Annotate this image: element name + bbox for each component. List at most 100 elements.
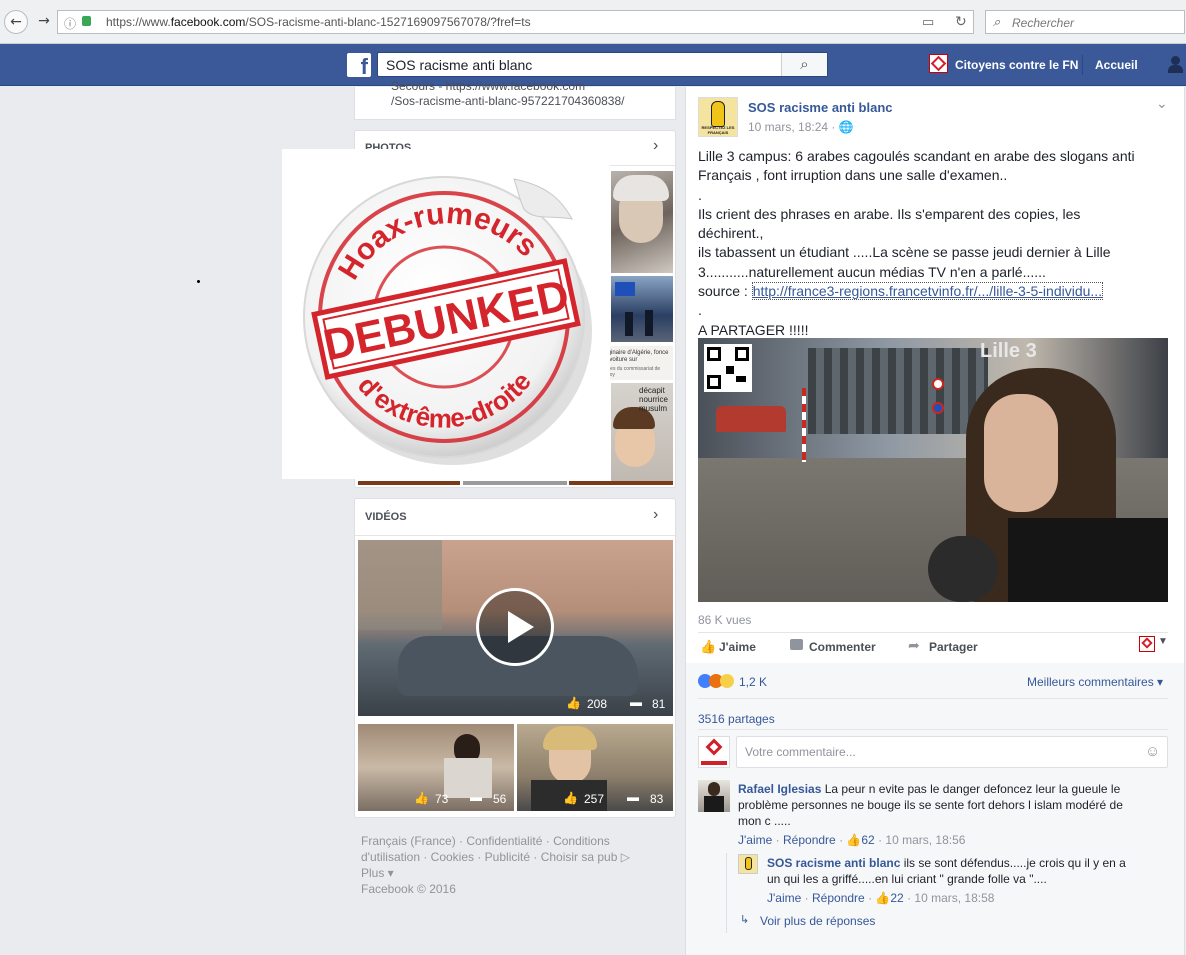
caret-down-icon[interactable]: ▼ bbox=[1158, 636, 1168, 647]
comment-icon: ▬ bbox=[627, 790, 639, 804]
chevron-right-icon[interactable]: › bbox=[653, 506, 658, 524]
comment-author[interactable]: Rafael Iglesias bbox=[738, 782, 821, 796]
videos-title[interactable]: VIDÉOS bbox=[365, 511, 407, 523]
footer-links-2[interactable]: d'utilisation · Cookies · Publicité · Ch… bbox=[361, 849, 671, 865]
video-main-thumb[interactable]: 👍 208 ▬ 81 bbox=[358, 540, 673, 716]
browser-search-input[interactable]: ⌕ Rechercher bbox=[985, 10, 1185, 34]
comment-icon bbox=[790, 639, 803, 650]
photo-thumb-article[interactable]: originaire d'Algérie, fonce en voiture s… bbox=[599, 346, 673, 380]
address-bar[interactable]: ⓘ https://www.facebook.com/SOS-racisme-a… bbox=[57, 10, 974, 34]
like-button[interactable]: J'aime bbox=[719, 640, 756, 654]
photo-thumb-child[interactable]: décapit nourrice musulm bbox=[611, 383, 673, 485]
comment-placeholder: Votre commentaire... bbox=[745, 745, 856, 759]
comment-like-count[interactable]: 62 bbox=[861, 833, 874, 847]
video-comments: 81 bbox=[652, 697, 666, 711]
friend-requests-icon[interactable] bbox=[1166, 56, 1186, 74]
play-button[interactable] bbox=[476, 588, 554, 666]
video-thumb-1[interactable]: 👍 73 ▬ 56 bbox=[358, 724, 514, 811]
sad-reaction-icon bbox=[720, 674, 734, 688]
profile-avatar[interactable] bbox=[929, 54, 948, 73]
comment-sort-dropdown[interactable]: Meilleurs commentaires ▾ bbox=[1027, 675, 1163, 689]
shares-count[interactable]: 3516 partages bbox=[698, 712, 775, 726]
share-button[interactable]: Partager bbox=[929, 640, 978, 654]
reply-reply-link[interactable]: Répondre bbox=[812, 891, 865, 905]
footer-copyright: Facebook © 2016 bbox=[361, 882, 456, 896]
debunked-stamp-graphic: Hoax-rumeurs d'extrême-droite DEBUNKED bbox=[303, 176, 592, 465]
info-icon[interactable]: ⓘ bbox=[64, 15, 76, 32]
forward-button[interactable]: → bbox=[32, 10, 56, 34]
search-query: SOS racisme anti blanc bbox=[386, 57, 533, 73]
video-microphone bbox=[928, 536, 998, 602]
reply-like-link[interactable]: J'aime bbox=[767, 891, 801, 905]
facebook-header: f SOS racisme anti blanc ⌕ Citoyens cont… bbox=[0, 44, 1186, 86]
post-video[interactable]: Lille 3 bbox=[698, 338, 1168, 602]
comment-time[interactable]: 10 mars, 18:56 bbox=[885, 833, 965, 847]
reply-arrow-icon: ↳ bbox=[740, 914, 750, 926]
share-icon: ➦ bbox=[908, 637, 920, 653]
nav-divider bbox=[1082, 55, 1083, 75]
comment-icon: ▬ bbox=[470, 790, 482, 804]
video-likes: 208 bbox=[587, 697, 608, 711]
reply-avatar[interactable] bbox=[738, 854, 758, 874]
page-avatar[interactable]: RESPECTEZ LES FRANÇAIS bbox=[698, 97, 738, 137]
like-icon: 👍 bbox=[700, 639, 717, 654]
video-building-sign: Lille 3 bbox=[980, 340, 1037, 362]
about-link-line2[interactable]: /Sos-racisme-anti-blanc-957221704360838/ bbox=[391, 94, 624, 108]
thumbs-up-icon: 👍 bbox=[563, 791, 578, 805]
url-text[interactable]: https://www.facebook.com/SOS-racisme-ant… bbox=[106, 15, 531, 29]
footer-links-1[interactable]: Français (France) · Confidentialité · Co… bbox=[361, 833, 671, 849]
browser-toolbar: ← → ⓘ https://www.facebook.com/SOS-racis… bbox=[0, 0, 1186, 44]
comment-body: Rafael Iglesias La peur n evite pas le d… bbox=[738, 782, 1123, 828]
facebook-search-input[interactable]: SOS racisme anti blanc ⌕ bbox=[377, 52, 828, 77]
video-person-face bbox=[984, 394, 1058, 512]
footer-more-link[interactable]: Plus ▾ bbox=[361, 865, 671, 881]
photo-thumb-portrait[interactable] bbox=[611, 171, 673, 273]
reply-body: SOS racisme anti blanc ils se sont défen… bbox=[767, 856, 1126, 886]
post-timestamp[interactable]: 10 mars, 18:24 · 🌐 bbox=[748, 120, 854, 134]
comment-input[interactable]: Votre commentaire... ☺ bbox=[736, 736, 1168, 768]
reply-thread-line bbox=[726, 853, 727, 933]
facebook-logo-icon[interactable]: f bbox=[347, 53, 371, 79]
video-likes: 257 bbox=[584, 792, 605, 806]
comment-button[interactable]: Commenter bbox=[809, 640, 876, 654]
chevron-down-icon[interactable]: ⌄ bbox=[1156, 95, 1168, 112]
search-button[interactable]: ⌕ bbox=[781, 53, 827, 76]
post-text: Lille 3 campus: 6 arabes cagoulés scanda… bbox=[698, 148, 1135, 338]
thumbs-up-icon: 👍 bbox=[414, 791, 429, 805]
reader-view-icon[interactable]: ▭ bbox=[922, 14, 934, 30]
comment-avatar[interactable] bbox=[698, 780, 730, 812]
photo-strip-1 bbox=[358, 481, 460, 485]
reply-like-count[interactable]: 22 bbox=[890, 891, 903, 905]
video-comments: 83 bbox=[650, 792, 664, 806]
about-link-line1[interactable]: Secours - https://www.facebook.com bbox=[391, 79, 585, 93]
emoji-icon[interactable]: ☺ bbox=[1145, 743, 1160, 760]
comment-reply-link[interactable]: Répondre bbox=[783, 833, 836, 847]
stray-dot bbox=[197, 280, 200, 283]
reactions-count[interactable]: 1,2 K bbox=[739, 675, 767, 689]
more-replies-link[interactable]: Voir plus de réponses bbox=[760, 914, 875, 928]
post-page-name[interactable]: SOS racisme anti blanc bbox=[748, 100, 893, 115]
photo-strip-3 bbox=[569, 481, 673, 485]
commenter-avatar bbox=[698, 736, 730, 768]
nav-profile-link[interactable]: Citoyens contre le FN bbox=[955, 58, 1078, 72]
post-as-avatar[interactable] bbox=[1139, 636, 1155, 652]
nav-home-link[interactable]: Accueil bbox=[1095, 58, 1138, 72]
source-link[interactable]: http://france3-regions.francetvinfo.fr/.… bbox=[751, 282, 1104, 301]
reply-author[interactable]: SOS racisme anti blanc bbox=[767, 856, 900, 870]
comment-like-link[interactable]: J'aime bbox=[738, 833, 772, 847]
photo-thumb-police[interactable] bbox=[611, 276, 673, 342]
thumbs-up-icon: 👍 bbox=[875, 891, 891, 905]
search-placeholder: Rechercher bbox=[1012, 16, 1075, 30]
reply-actions: J'aime · Répondre · 👍22 · 10 mars, 18:58 bbox=[767, 891, 995, 905]
reply-time[interactable]: 10 mars, 18:58 bbox=[914, 891, 994, 905]
play-icon bbox=[508, 611, 534, 643]
reload-icon[interactable]: ↻ bbox=[955, 13, 967, 30]
post-card: RESPECTEZ LES FRANÇAIS SOS racisme anti … bbox=[685, 87, 1185, 955]
debunked-sticker: Hoax-rumeurs d'extrême-droite DEBUNKED bbox=[282, 149, 610, 479]
chevron-right-icon[interactable]: › bbox=[653, 137, 658, 155]
video-thumb-2[interactable]: 👍 257 ▬ 83 bbox=[517, 724, 673, 811]
video-likes: 73 bbox=[435, 792, 449, 806]
divider bbox=[355, 535, 675, 536]
back-button[interactable]: ← bbox=[4, 10, 28, 34]
search-icon: ⌕ bbox=[993, 14, 1001, 29]
